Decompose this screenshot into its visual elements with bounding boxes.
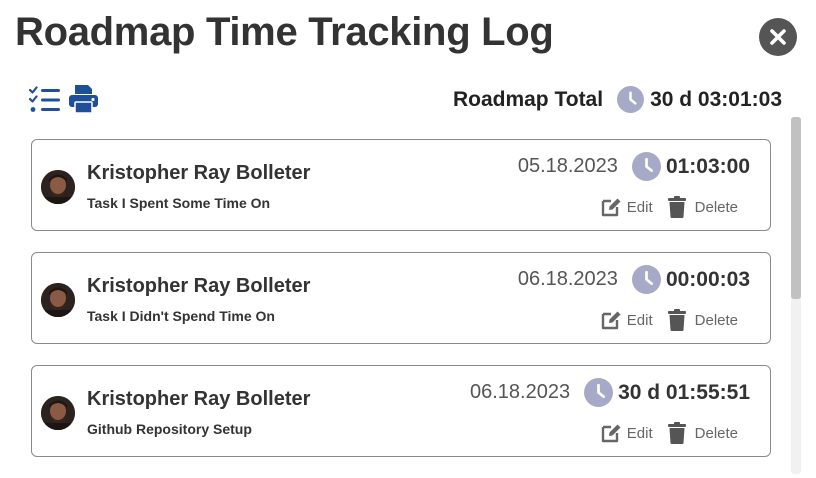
entry-user-name: Kristopher Ray Bolleter [87, 275, 311, 297]
printer-icon[interactable] [68, 84, 99, 114]
clock-icon [631, 265, 661, 294]
clock-icon [631, 152, 661, 181]
edit-icon [601, 198, 621, 217]
entry-duration: 30 d 01:55:51 [618, 380, 750, 404]
avatar-image [41, 396, 75, 430]
delete-button[interactable]: Delete [667, 196, 738, 218]
edit-button[interactable]: Edit [601, 197, 653, 217]
edit-label: Edit [626, 311, 653, 329]
delete-button[interactable]: Delete [667, 309, 738, 331]
entry-date: 06.18.2023 [517, 268, 618, 290]
log-entry: Kristopher Ray Bolleter Github Repositor… [31, 365, 771, 457]
entry-task-name: Task I Didn't Spend Time On [87, 308, 275, 324]
avatar [41, 283, 75, 317]
close-button[interactable] [759, 18, 797, 56]
page-title: Roadmap Time Tracking Log [15, 10, 554, 54]
clock-icon [584, 378, 614, 407]
avatar [41, 170, 75, 204]
scrollbar[interactable] [791, 117, 801, 474]
clock-icon [617, 86, 645, 113]
checklist-icon[interactable] [29, 86, 61, 114]
log-entry: Kristopher Ray Bolleter Task I Didn't Sp… [31, 252, 771, 344]
delete-button[interactable]: Delete [667, 422, 738, 444]
entry-duration: 00:00:03 [665, 267, 750, 291]
entry-date: 05.18.2023 [517, 155, 618, 177]
avatar-image [41, 170, 75, 204]
entry-date: 06.18.2023 [469, 381, 571, 403]
entry-duration: 01:03:00 [665, 154, 750, 178]
trash-icon [667, 422, 686, 444]
roadmap-total: Roadmap Total 30 d 03:01:03 [453, 86, 782, 113]
roadmap-total-value: 30 d 03:01:03 [650, 87, 782, 111]
delete-label: Delete [694, 311, 738, 329]
edit-label: Edit [626, 198, 653, 216]
scrollbar-thumb[interactable] [791, 117, 801, 299]
trash-icon [667, 309, 686, 331]
edit-button[interactable]: Edit [601, 310, 653, 330]
entry-task-name: Github Repository Setup [87, 421, 252, 437]
edit-icon [601, 424, 621, 443]
avatar [41, 396, 75, 430]
avatar-image [41, 283, 75, 317]
delete-label: Delete [694, 424, 738, 442]
edit-label: Edit [626, 424, 653, 442]
trash-icon [667, 196, 686, 218]
entry-user-name: Kristopher Ray Bolleter [87, 388, 311, 410]
close-icon [770, 29, 786, 45]
entry-user-name: Kristopher Ray Bolleter [87, 162, 311, 184]
delete-label: Delete [694, 198, 738, 216]
log-entry: Kristopher Ray Bolleter Task I Spent Som… [31, 139, 771, 231]
edit-icon [601, 311, 621, 330]
entry-task-name: Task I Spent Some Time On [87, 195, 271, 211]
edit-button[interactable]: Edit [601, 423, 653, 443]
roadmap-total-label: Roadmap Total [452, 87, 604, 111]
